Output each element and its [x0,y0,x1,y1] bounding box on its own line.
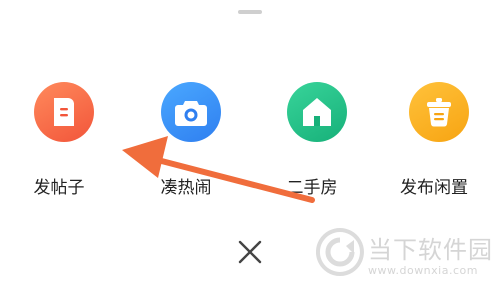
camera-icon [161,82,221,142]
basket-icon [409,82,469,142]
publish-idle-button[interactable]: 发布闲置 [384,82,484,202]
post-button[interactable]: 发帖子 [9,82,109,202]
second-hand-house-button[interactable]: 二手房 [262,82,362,202]
close-button[interactable] [234,236,266,268]
house-icon [287,82,347,142]
publish-idle-label: 发布闲置 [400,178,468,198]
second-hand-house-label: 二手房 [286,178,338,198]
drag-handle[interactable] [238,10,262,14]
post-label: 发帖子 [33,178,85,198]
watermark-logo-icon [316,228,364,276]
watermark: 当下软件园 www.downxia.com [312,224,498,296]
join-fun-button[interactable]: 凑热闹 [136,82,236,202]
watermark-title: 当下软件园 [368,236,493,264]
post-icon [34,82,94,142]
close-icon [238,240,262,264]
watermark-url: www.downxia.com [368,264,478,277]
join-fun-label: 凑热闹 [160,178,212,198]
publish-sheet: 发帖子 凑热闹 二手房 发布闲置 当下软件园 www.downxia.com [0,0,500,299]
